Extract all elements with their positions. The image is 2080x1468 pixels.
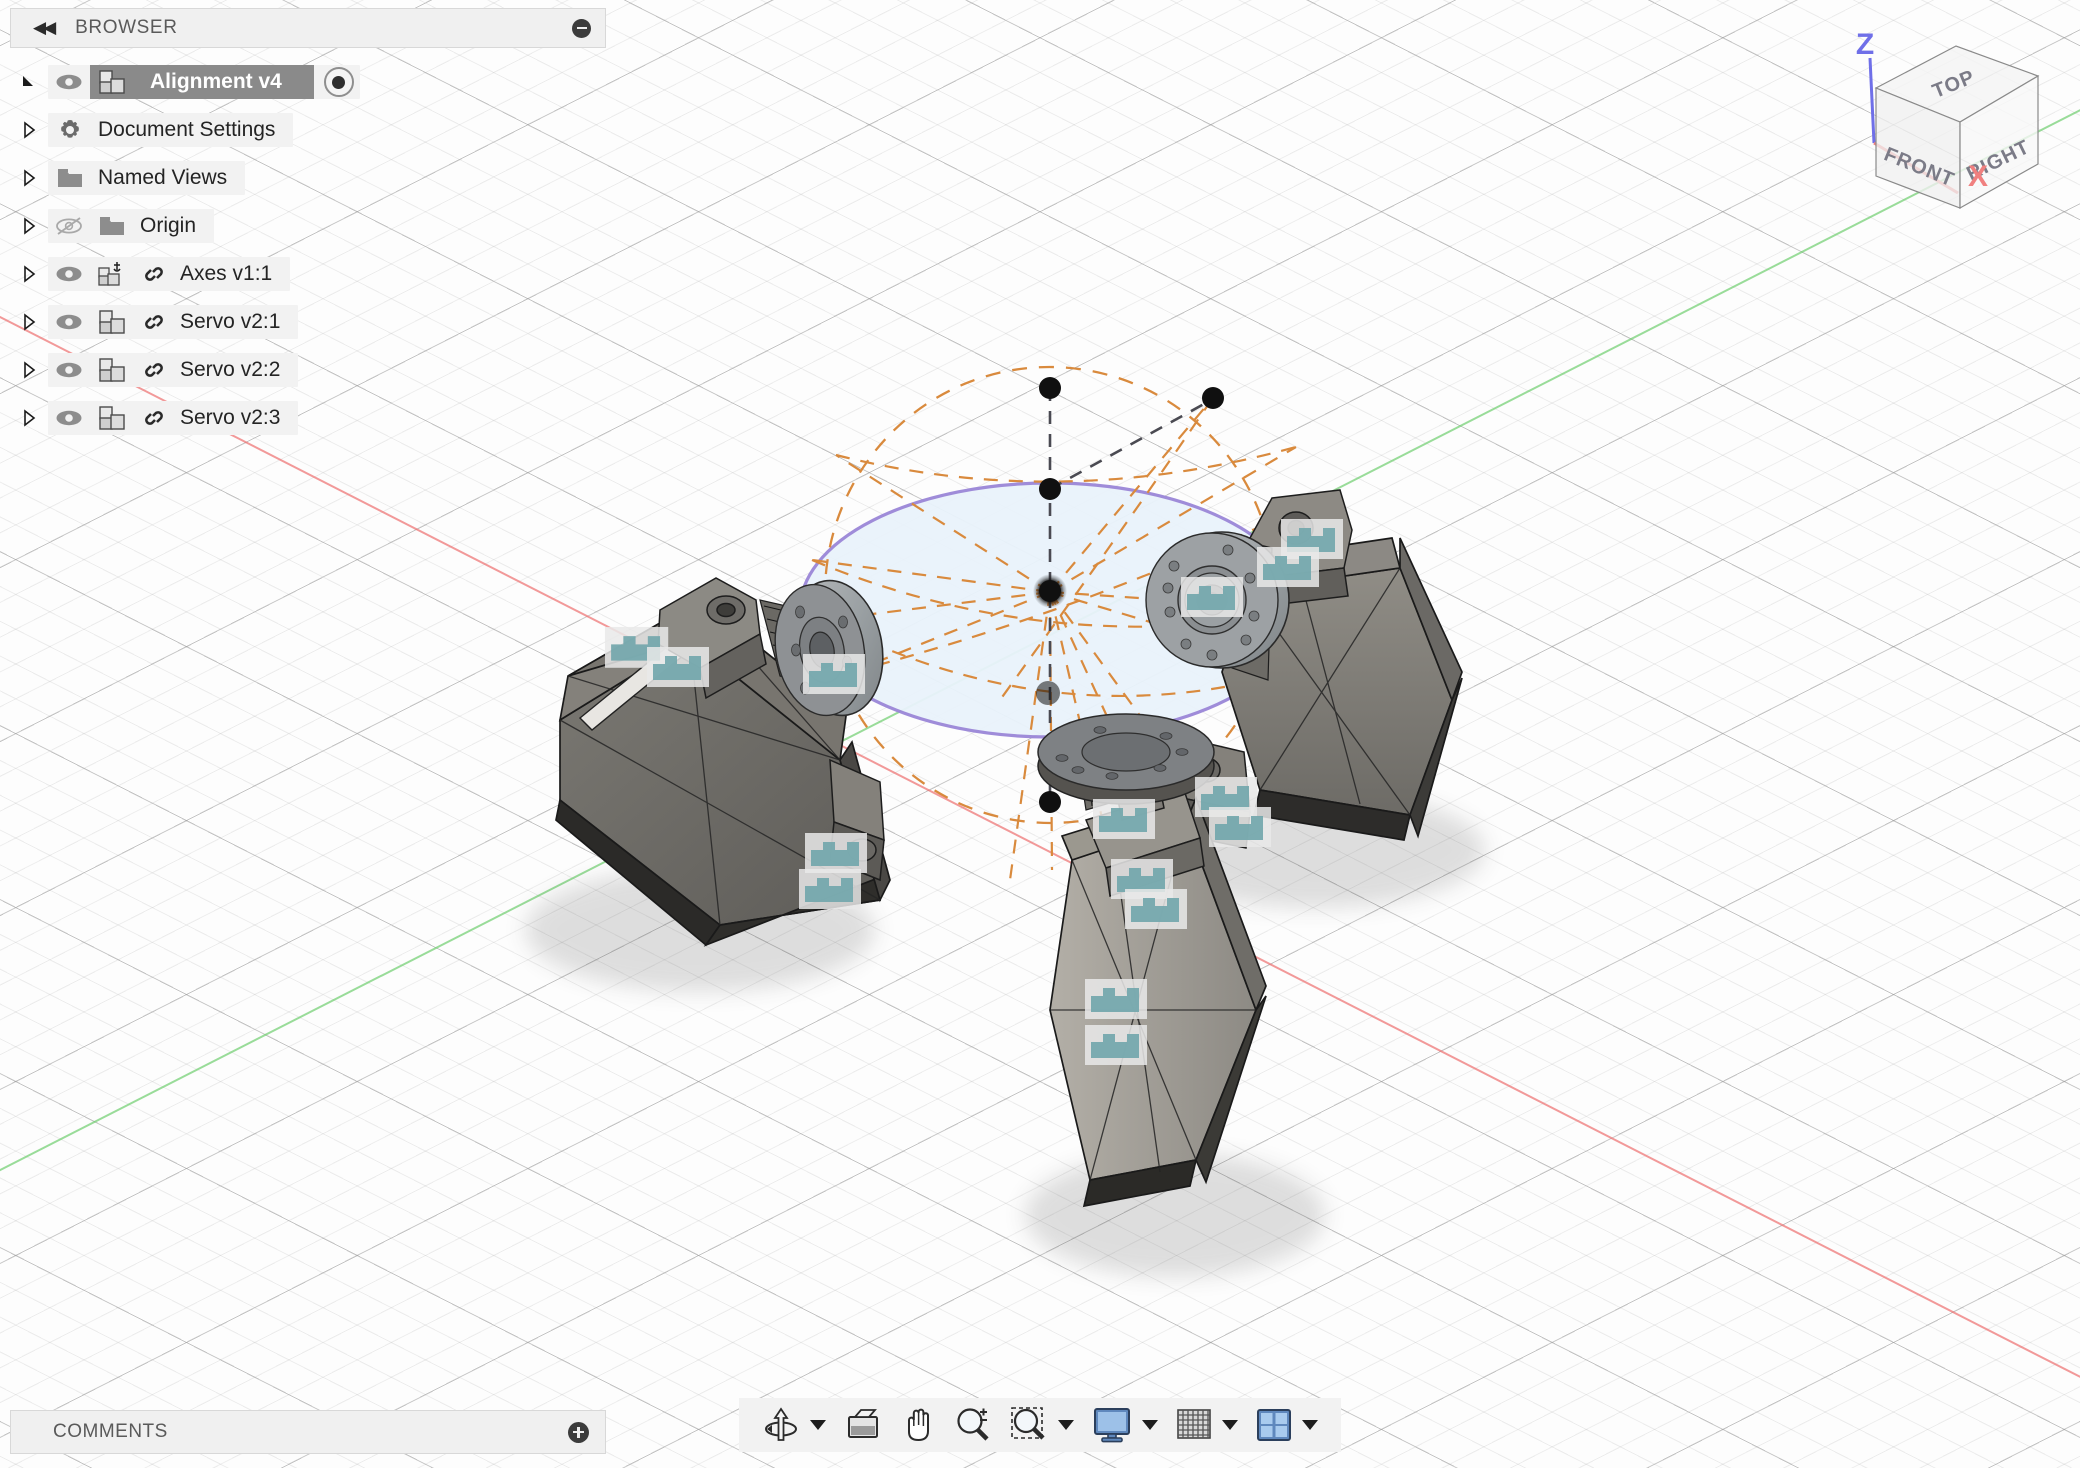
folder-icon — [90, 214, 134, 238]
expander-expanded-icon[interactable] — [10, 73, 48, 91]
sidebar-label: Servo v2:2 — [180, 358, 281, 381]
zoom-window-dropdown-caret-icon[interactable] — [1058, 1420, 1074, 1430]
eye-icon[interactable] — [48, 265, 90, 283]
orbit-dropdown-caret-icon[interactable] — [810, 1420, 826, 1430]
tree-label-root: Alignment v4 — [150, 70, 282, 93]
eye-icon[interactable] — [48, 409, 90, 427]
component-icon — [90, 69, 134, 95]
folder-icon — [48, 166, 92, 190]
comments-panel[interactable]: COMMENTS — [10, 1410, 606, 1454]
sidebar-label: Axes v1:1 — [180, 262, 273, 285]
view-cube-axis-label-x: X — [1968, 160, 1988, 193]
gear-icon — [48, 117, 92, 143]
comments-title: COMMENTS — [53, 1421, 168, 1442]
sidebar-label: Servo v2:1 — [180, 310, 281, 333]
component-icon — [90, 405, 134, 431]
double-chevron-left-icon[interactable]: ◀◀ — [33, 18, 56, 38]
grid-icon[interactable] — [1167, 1402, 1221, 1448]
link-icon[interactable] — [134, 408, 174, 428]
view-cube-axis-label-z: Z — [1856, 28, 1874, 61]
sidebar-label: Document Settings — [98, 118, 276, 141]
component-grounded-icon — [90, 261, 134, 288]
viewports-icon[interactable] — [1247, 1402, 1301, 1448]
expander-collapsed-icon[interactable] — [10, 409, 48, 427]
tree-row-root-selected[interactable]: Alignment v4 — [90, 65, 314, 99]
look-at-icon[interactable] — [835, 1402, 891, 1448]
link-icon[interactable] — [134, 312, 174, 332]
sidebar-item-document-settings[interactable]: Document Settings — [10, 110, 606, 150]
magnifier-window-icon[interactable] — [1001, 1402, 1057, 1448]
orbit-icon[interactable] — [753, 1402, 809, 1448]
link-icon[interactable] — [134, 264, 174, 284]
minimize-icon[interactable] — [572, 18, 591, 38]
component-icon — [90, 357, 134, 383]
expander-collapsed-icon[interactable] — [10, 361, 48, 379]
radio-active-icon[interactable] — [323, 67, 354, 97]
eye-hidden-icon[interactable] — [48, 216, 90, 236]
expander-collapsed-icon[interactable] — [10, 121, 48, 139]
browser-panel: ◀◀ BROWSER Alignment v4 Document Setting… — [10, 8, 606, 446]
expander-collapsed-icon[interactable] — [10, 265, 48, 283]
component-icon — [90, 309, 134, 335]
sidebar-label: Named Views — [98, 166, 228, 189]
link-icon[interactable] — [134, 360, 174, 380]
eye-icon[interactable] — [48, 313, 90, 331]
display-dropdown-caret-icon[interactable] — [1142, 1420, 1158, 1430]
navigation-toolbar — [739, 1398, 1341, 1452]
expander-collapsed-icon[interactable] — [10, 169, 48, 187]
sidebar-item-origin[interactable]: Origin — [10, 206, 606, 246]
grid-dropdown-caret-icon[interactable] — [1222, 1420, 1238, 1430]
browser-tree: Alignment v4 Document Settings Named Vie… — [10, 62, 606, 438]
sidebar-item-servo-1[interactable]: Servo v2:1 — [10, 302, 606, 342]
monitor-icon[interactable] — [1083, 1402, 1141, 1448]
eye-icon[interactable] — [48, 73, 90, 91]
sidebar-label: Origin — [140, 214, 197, 237]
expander-collapsed-icon[interactable] — [10, 217, 48, 235]
hand-icon[interactable] — [891, 1402, 945, 1448]
view-cube[interactable]: TOP FRONT RIGHT Z X — [1838, 18, 2068, 233]
plus-circle-icon[interactable] — [568, 1421, 589, 1443]
sidebar-label: Servo v2:3 — [180, 406, 281, 429]
browser-title: BROWSER — [75, 17, 178, 38]
tree-row-root[interactable]: Alignment v4 — [10, 62, 606, 102]
sidebar-item-servo-2[interactable]: Servo v2:2 — [10, 350, 606, 390]
sidebar-item-axes[interactable]: Axes v1:1 — [10, 254, 606, 294]
eye-icon[interactable] — [48, 361, 90, 379]
magnifier-plusminus-icon[interactable] — [945, 1402, 1001, 1448]
expander-collapsed-icon[interactable] — [10, 313, 48, 331]
viewports-dropdown-caret-icon[interactable] — [1302, 1420, 1318, 1430]
axis-z-line — [1868, 57, 1876, 144]
sidebar-item-named-views[interactable]: Named Views — [10, 158, 606, 198]
browser-header: ◀◀ BROWSER — [10, 8, 606, 48]
sidebar-item-servo-3[interactable]: Servo v2:3 — [10, 398, 606, 438]
